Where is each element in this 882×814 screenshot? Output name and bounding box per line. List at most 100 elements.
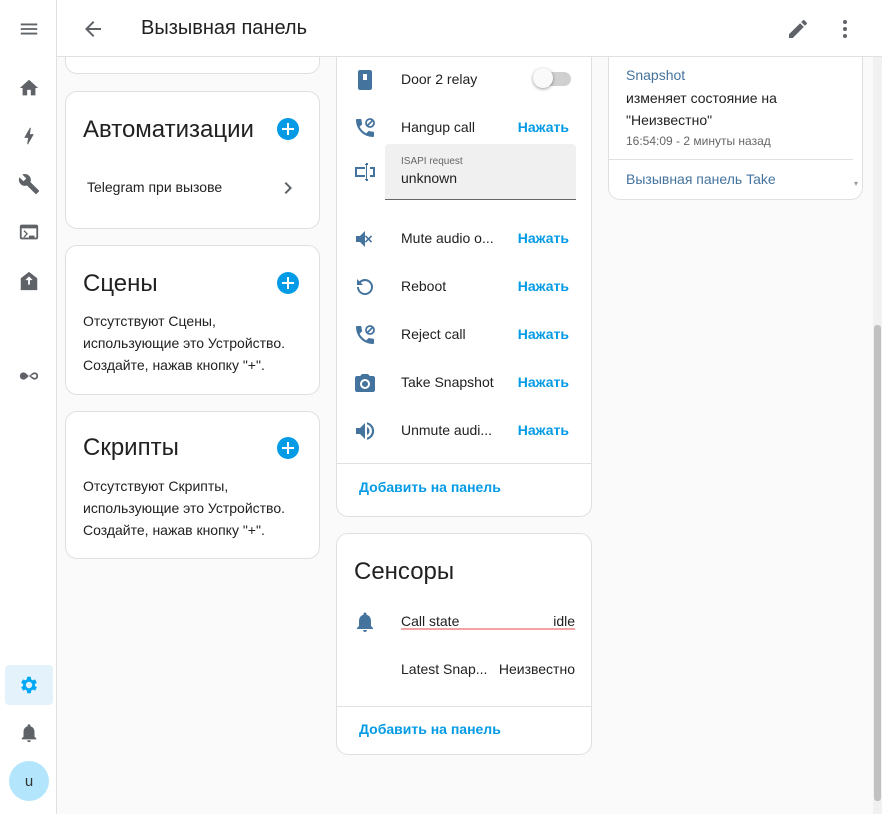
control-name: Door 2 relay xyxy=(401,71,478,87)
automations-title: Автоматизации xyxy=(83,116,254,143)
reboot-press-button[interactable]: Нажать xyxy=(518,278,569,294)
avatar[interactable]: u xyxy=(9,761,49,801)
isapi-request-field[interactable]: ISAPI request unknown xyxy=(385,144,576,200)
dots-vertical-icon xyxy=(843,20,847,38)
logbook-message: изменяет состояние на xyxy=(626,90,777,106)
add-script-button[interactable] xyxy=(277,437,299,459)
automation-icon xyxy=(19,372,39,380)
isapi-field-value: unknown xyxy=(401,170,458,186)
sidebar-item-notifications[interactable] xyxy=(5,713,53,753)
hacs-icon xyxy=(20,271,38,291)
control-row-snapshot: Take Snapshot Нажать xyxy=(337,359,591,407)
settings-icon xyxy=(21,676,37,694)
door-relay-icon xyxy=(353,68,377,92)
scenes-empty-line: использующие это Устройство. xyxy=(83,335,286,351)
controls-card: Door 2 relay Hangup call Нажать ISAPI re… xyxy=(336,57,592,517)
history-bar xyxy=(401,628,575,630)
sensor-value: idle xyxy=(553,613,575,629)
sensor-value: Неизвестно xyxy=(498,661,575,677)
control-name: Unmute audi... xyxy=(401,422,493,438)
volume-high-icon xyxy=(353,419,377,443)
energy-icon xyxy=(24,127,34,145)
control-name: Take Snapshot xyxy=(401,374,494,390)
scenes-title: Сцены xyxy=(83,270,158,297)
arrow-left-icon xyxy=(85,21,101,37)
sidebar-item-terminal[interactable] xyxy=(5,212,53,252)
control-name: Reject call xyxy=(401,326,466,342)
mute-press-button[interactable]: Нажать xyxy=(518,230,569,246)
sidebar-item-settings[interactable] xyxy=(5,665,53,705)
control-row-reboot: Reboot Нажать xyxy=(337,263,591,311)
reject-press-button[interactable]: Нажать xyxy=(518,326,569,342)
sensors-add-to-dashboard-button[interactable]: Добавить на панель xyxy=(359,721,501,737)
sidebar-item-hacs[interactable] xyxy=(5,261,53,301)
divider xyxy=(609,159,853,160)
control-row-isapi: ISAPI request unknown xyxy=(337,144,591,200)
card-top-partial xyxy=(65,57,320,74)
sidebar-item-overview[interactable] xyxy=(5,68,53,108)
sensor-name: Call state xyxy=(401,613,460,629)
hangup-press-button[interactable]: Нажать xyxy=(518,119,569,135)
logbook-entity-link[interactable]: Snapshot xyxy=(626,67,685,83)
controls-add-to-dashboard-button[interactable]: Добавить на панель xyxy=(359,479,501,495)
volume-mute-icon xyxy=(353,227,377,251)
snapshot-press-button[interactable]: Нажать xyxy=(518,374,569,390)
scripts-empty-text: Отсутствуют Скрипты, использующие это Ус… xyxy=(83,475,285,541)
menu-button[interactable] xyxy=(5,9,53,49)
form-textbox-icon xyxy=(353,160,377,184)
phone-reject-icon xyxy=(353,323,377,347)
camera-icon xyxy=(353,371,377,395)
sensor-name: Latest Snap... xyxy=(401,661,488,677)
sensor-row-call-state[interactable]: Call state idle xyxy=(337,598,591,646)
sensor-row-latest-snapshot[interactable]: Latest Snap... Неизвестно xyxy=(337,646,591,694)
unmute-press-button[interactable]: Нажать xyxy=(518,422,569,438)
logbook-next-entry[interactable]: Вызывная панель Take xyxy=(626,171,776,187)
scenes-empty-line: Отсутствуют Сцены, xyxy=(83,313,216,329)
automation-item[interactable]: Telegram при вызове xyxy=(66,164,319,212)
scripts-empty-line: использующие это Устройство. xyxy=(83,500,286,516)
scripts-empty-line: Создайте, нажав кнопку "+". xyxy=(83,522,265,538)
scripts-empty-line: Отсутствуют Скрипты, xyxy=(83,478,229,494)
control-name: Hangup call xyxy=(401,119,475,135)
sensors-card: Сенсоры Call state idle Latest Snap... Н… xyxy=(336,533,592,755)
scenes-card: Сцены Отсутствуют Сцены, использующие эт… xyxy=(65,245,320,395)
menu-icon xyxy=(20,23,38,35)
main-content: Автоматизации Telegram при вызове Сцены … xyxy=(57,57,882,814)
automation-item-label: Telegram при вызове xyxy=(87,179,223,195)
top-app-bar: Вызывная панель xyxy=(57,0,882,57)
pencil-icon xyxy=(789,20,807,38)
sidebar-item-tools[interactable] xyxy=(5,164,53,204)
isapi-field-label: ISAPI request xyxy=(401,156,463,167)
terminal-icon xyxy=(19,224,39,240)
control-name: Mute audio o... xyxy=(401,230,494,246)
page-scrollbar-thumb[interactable] xyxy=(874,325,881,801)
bell-icon xyxy=(21,724,37,743)
scenes-empty-text: Отсутствуют Сцены, использующие это Устр… xyxy=(83,310,285,376)
phone-hangup-icon xyxy=(353,116,377,140)
page-title: Вызывная панель xyxy=(141,17,307,39)
scroll-down-icon[interactable]: ▾ xyxy=(854,179,858,188)
control-name: Reboot xyxy=(401,278,447,294)
control-row-reject: Reject call Нажать xyxy=(337,311,591,359)
bell-icon xyxy=(353,610,377,634)
chevron-right-icon xyxy=(284,182,292,194)
sidebar: u xyxy=(0,0,57,814)
back-button[interactable] xyxy=(81,17,105,41)
scripts-card: Скрипты Отсутствуют Скрипты, использующи… xyxy=(65,411,320,559)
add-automation-button[interactable] xyxy=(277,118,299,140)
wrench-icon xyxy=(18,174,40,195)
edit-button[interactable] xyxy=(786,17,810,41)
sidebar-item-energy[interactable] xyxy=(5,116,53,156)
scripts-title: Скрипты xyxy=(83,434,179,461)
toggle-knob[interactable] xyxy=(533,68,553,88)
control-row-unmute: Unmute audi... Нажать xyxy=(337,407,591,455)
logbook-time: 16:54:09 - 2 минуты назад xyxy=(626,134,771,148)
add-scene-button[interactable] xyxy=(277,272,299,294)
automations-card: Автоматизации Telegram при вызове xyxy=(65,91,320,229)
restart-icon xyxy=(353,275,377,299)
sidebar-item-automation[interactable] xyxy=(5,356,53,396)
logbook-message: "Неизвестно" xyxy=(626,112,713,128)
divider xyxy=(337,706,591,707)
more-options-button[interactable] xyxy=(833,17,857,41)
home-icon xyxy=(19,79,39,96)
